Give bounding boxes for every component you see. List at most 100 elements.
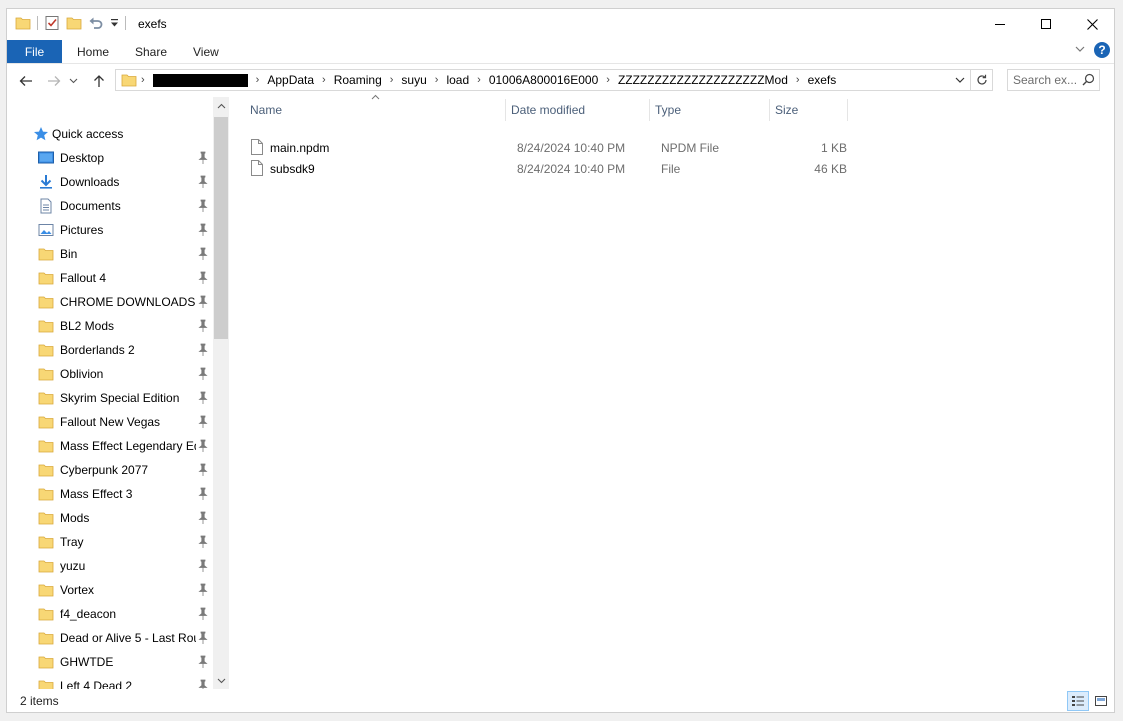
pin-icon[interactable] [197, 319, 209, 333]
pin-icon[interactable] [197, 367, 209, 381]
breadcrumb-separator[interactable]: › [252, 74, 264, 86]
breadcrumb-separator[interactable]: › [386, 74, 398, 86]
pin-icon[interactable] [197, 631, 209, 645]
column-header-size[interactable]: Size [775, 97, 798, 123]
pin-icon[interactable] [197, 343, 209, 357]
column-divider[interactable] [847, 99, 848, 121]
minimize-button[interactable] [977, 9, 1023, 39]
breadcrumb-title-id[interactable]: 01006A800016E000 [485, 73, 602, 87]
breadcrumb-mod[interactable]: ZZZZZZZZZZZZZZZZZZZZMod [614, 73, 792, 87]
properties-icon[interactable] [44, 15, 60, 31]
tab-share[interactable]: Share [135, 45, 167, 59]
recent-locations-button[interactable] [66, 71, 80, 91]
pin-icon[interactable] [197, 415, 209, 429]
back-button[interactable] [16, 71, 36, 91]
pin-icon[interactable] [197, 271, 209, 285]
nav-scrollbar[interactable] [213, 97, 229, 689]
search-input[interactable] [1013, 72, 1079, 88]
sidebar-item[interactable]: Vortex [7, 579, 213, 601]
sidebar-item[interactable]: Fallout New Vegas [7, 411, 213, 433]
breadcrumb-separator[interactable]: › [137, 74, 149, 86]
pin-icon[interactable] [197, 223, 209, 237]
file-name[interactable]: subsdk9 [270, 162, 315, 176]
pin-icon[interactable] [197, 487, 209, 501]
breadcrumb-load[interactable]: load [442, 73, 473, 87]
sidebar-item[interactable]: BL2 Mods [7, 315, 213, 337]
pin-icon[interactable] [197, 583, 209, 597]
pin-icon[interactable] [197, 247, 209, 261]
pin-icon[interactable] [197, 535, 209, 549]
sidebar-item[interactable]: Left 4 Dead 2 [7, 675, 213, 689]
sidebar-item[interactable]: Pictures [7, 219, 213, 241]
pin-icon[interactable] [197, 511, 209, 525]
file-row[interactable]: subsdk9 8/24/2024 10:40 PM File 46 KB [245, 158, 847, 179]
column-header-date-modified[interactable]: Date modified [511, 97, 585, 123]
sidebar-item[interactable]: Skyrim Special Edition [7, 387, 213, 409]
breadcrumb-separator[interactable]: › [318, 74, 330, 86]
column-header-type[interactable]: Type [655, 97, 681, 123]
sidebar-item[interactable]: Borderlands 2 [7, 339, 213, 361]
breadcrumb-exefs[interactable]: exefs [804, 73, 841, 87]
pin-icon[interactable] [197, 439, 209, 453]
undo-icon[interactable] [88, 15, 104, 31]
breadcrumb-suyu[interactable]: suyu [397, 73, 430, 87]
breadcrumb-separator[interactable]: › [473, 74, 485, 86]
pin-icon[interactable] [197, 679, 209, 689]
sidebar-item[interactable]: Mass Effect 3 [7, 483, 213, 505]
search-box[interactable] [1007, 69, 1100, 91]
pin-icon[interactable] [197, 151, 209, 165]
large-icons-view-button[interactable] [1090, 691, 1112, 711]
pin-icon[interactable] [197, 463, 209, 477]
breadcrumb-appdata[interactable]: AppData [263, 73, 318, 87]
up-button[interactable] [89, 71, 109, 91]
sidebar-item[interactable]: Bin [7, 243, 213, 265]
address-dropdown-button[interactable] [950, 70, 970, 90]
sidebar-item[interactable]: Cyberpunk 2077 [7, 459, 213, 481]
new-folder-icon[interactable] [66, 15, 82, 31]
file-name[interactable]: main.npdm [270, 141, 329, 155]
pin-icon[interactable] [197, 391, 209, 405]
sidebar-item[interactable]: Dead or Alive 5 - Last Rou [7, 627, 213, 649]
customize-toolbar-dropdown-icon[interactable] [110, 18, 119, 28]
pin-icon[interactable] [197, 559, 209, 573]
tab-home[interactable]: Home [77, 45, 109, 59]
sidebar-item[interactable]: f4_deacon [7, 603, 213, 625]
address-bar[interactable]: › › AppData › Roaming › suyu › load › 01… [115, 69, 971, 91]
pin-icon[interactable] [197, 199, 209, 213]
details-view-button[interactable] [1067, 691, 1089, 711]
pin-icon[interactable] [197, 655, 209, 669]
pin-icon[interactable] [197, 175, 209, 189]
search-icon[interactable] [1082, 73, 1095, 86]
sidebar-item[interactable]: Desktop [7, 147, 213, 169]
breadcrumb-roaming[interactable]: Roaming [330, 73, 386, 87]
help-button[interactable]: ? [1094, 42, 1110, 58]
sidebar-item[interactable]: Downloads [7, 171, 213, 193]
pin-icon[interactable] [197, 607, 209, 621]
sidebar-item[interactable]: Fallout 4 [7, 267, 213, 289]
breadcrumb-separator[interactable]: › [431, 74, 443, 86]
sidebar-item[interactable]: Oblivion [7, 363, 213, 385]
file-row[interactable]: main.npdm 8/24/2024 10:40 PM NPDM File 1… [245, 137, 847, 158]
sidebar-item[interactable]: Mods [7, 507, 213, 529]
scroll-up-button[interactable] [213, 97, 229, 114]
refresh-button[interactable] [971, 69, 993, 91]
maximize-button[interactable] [1023, 9, 1069, 39]
sidebar-item[interactable]: CHROME DOWNLOADS [7, 291, 213, 313]
forward-button[interactable] [44, 71, 64, 91]
scrollbar-thumb[interactable] [214, 117, 228, 339]
sidebar-item[interactable]: Documents [7, 195, 213, 217]
column-divider[interactable] [769, 99, 770, 121]
sidebar-item[interactable]: yuzu [7, 555, 213, 577]
pin-icon[interactable] [197, 295, 209, 309]
sidebar-item[interactable]: Mass Effect Legendary Edi [7, 435, 213, 457]
close-button[interactable] [1069, 9, 1115, 39]
tab-file[interactable]: File [7, 40, 62, 63]
column-divider[interactable] [505, 99, 506, 121]
expand-ribbon-chevron-icon[interactable] [1074, 43, 1086, 55]
column-header-name[interactable]: Name [250, 97, 282, 123]
breadcrumb-separator[interactable]: › [792, 74, 804, 86]
tab-view[interactable]: View [193, 45, 219, 59]
quick-access-item[interactable]: Quick access [7, 123, 213, 145]
column-divider[interactable] [649, 99, 650, 121]
breadcrumb-separator[interactable]: › [602, 74, 614, 86]
